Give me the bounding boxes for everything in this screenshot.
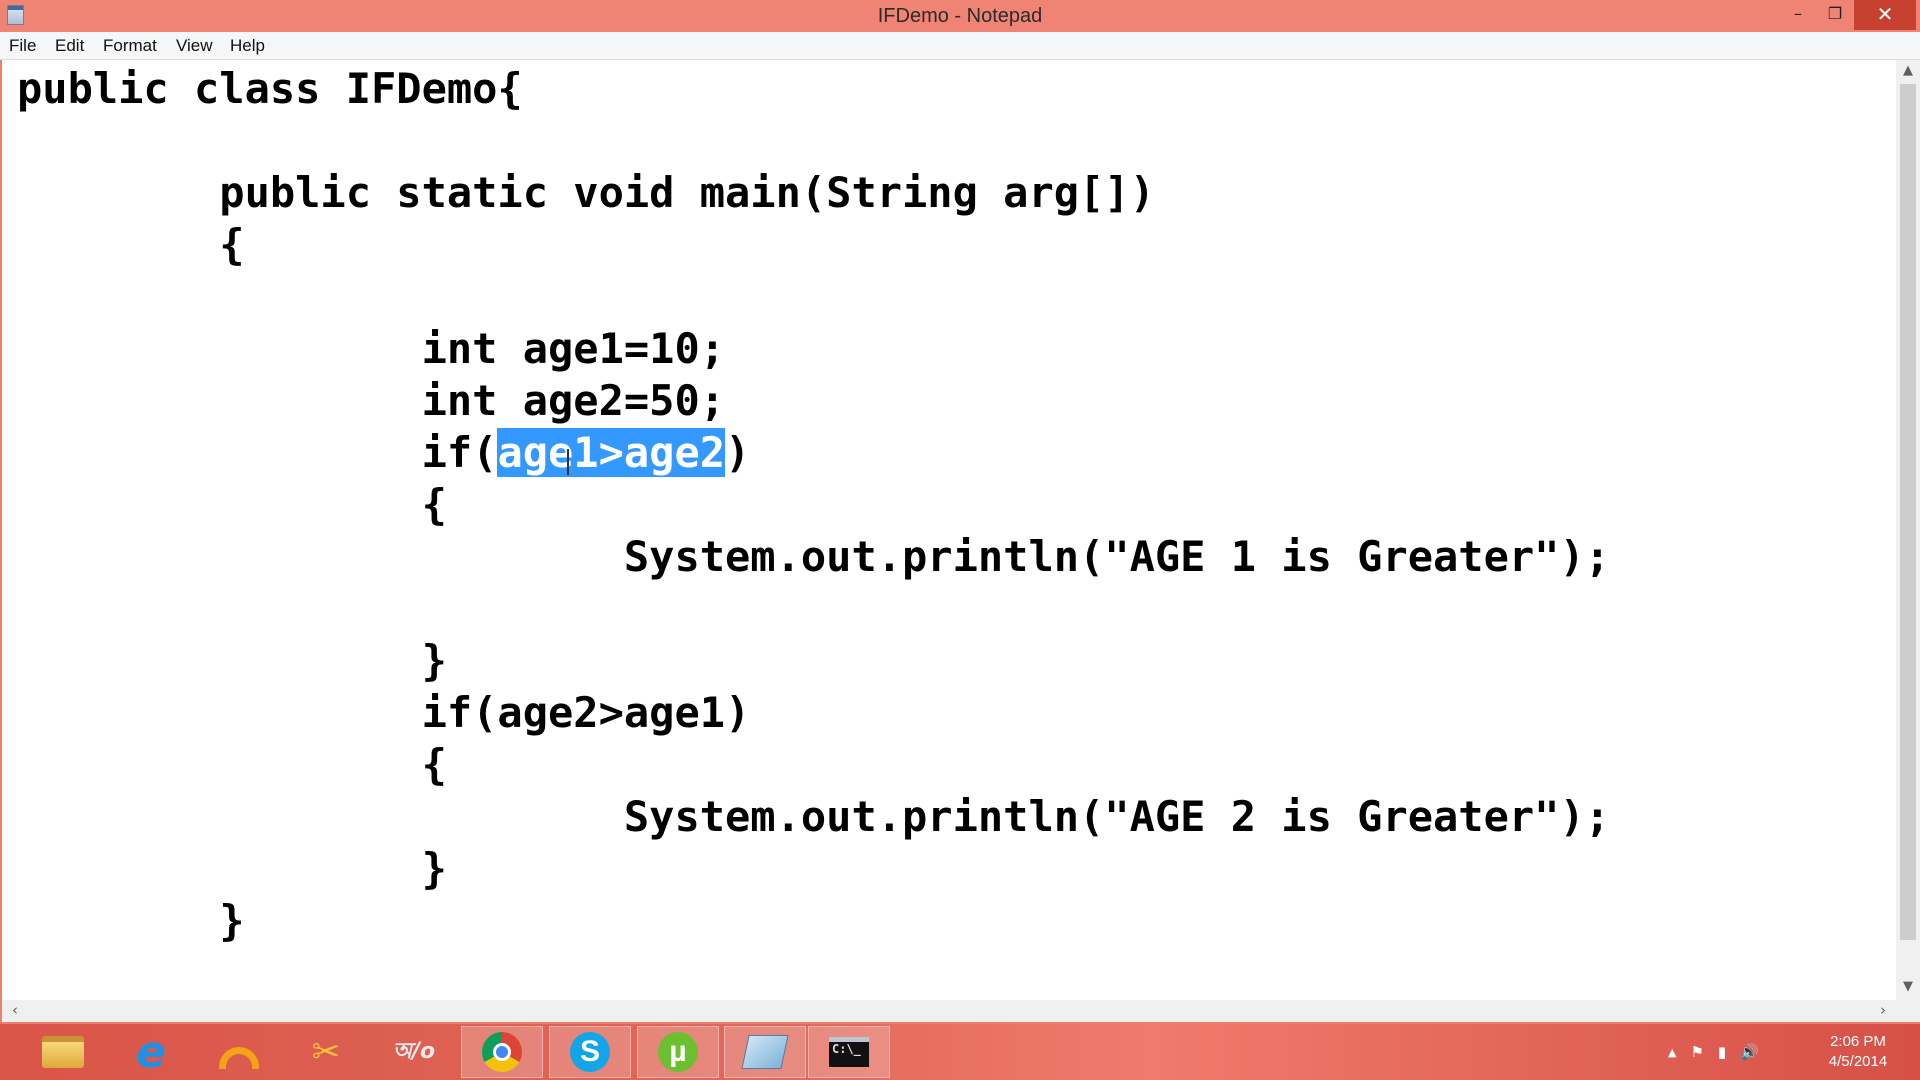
menu-view[interactable]: View (176, 36, 213, 56)
menu-help[interactable]: Help (230, 36, 265, 56)
code-text[interactable]: public class IFDemo{ public static void … (17, 63, 1610, 947)
skype-icon: S (570, 1032, 610, 1072)
code-line: int age1=10; (17, 324, 726, 373)
taskbar: e ✂ অ/o S µ C:\_ (0, 1024, 1920, 1080)
system-tray: ▲ ⚑ ▮ 🔊 (1668, 1024, 1759, 1080)
arc-app-icon (219, 1047, 259, 1069)
taskbar-skype[interactable]: S (549, 1026, 631, 1078)
menu-file[interactable]: File (9, 36, 36, 56)
vertical-scrollbar[interactable]: ▲ ▼ (1896, 60, 1920, 1000)
volume-icon[interactable]: 🔊 (1740, 1043, 1759, 1061)
taskbar-utorrent[interactable]: µ (637, 1026, 719, 1078)
taskbar-arc-app[interactable] (198, 1026, 280, 1078)
clock-date: 4/5/2014 (1828, 1053, 1888, 1070)
code-line: } (17, 636, 447, 685)
code-line: if(age2>age1) (17, 688, 751, 737)
clock-time: 2:06 PM (1830, 1033, 1886, 1050)
code-line: { (17, 740, 447, 789)
utorrent-icon: µ (658, 1032, 698, 1072)
show-hidden-icons-icon[interactable]: ▲ (1668, 1046, 1676, 1059)
ibeam-cursor (567, 449, 569, 475)
menu-edit[interactable]: Edit (55, 36, 84, 56)
window-title: IFDemo - Notepad (877, 5, 1043, 27)
chrome-icon (482, 1032, 522, 1072)
code-line: public static void main(String arg[]) (17, 168, 1155, 217)
internet-explorer-icon: e (136, 1026, 166, 1078)
network-icon[interactable]: ▮ (1718, 1043, 1726, 1061)
code-line: } (17, 896, 245, 945)
menu-bar: File Edit Format View Help (0, 32, 1920, 60)
code-line: { (17, 480, 447, 529)
menu-format[interactable]: Format (103, 36, 157, 56)
code-line: { (17, 220, 245, 269)
code-line: int age2=50; (17, 376, 726, 425)
horizontal-scrollbar[interactable]: ‹ › (2, 1000, 1896, 1022)
taskbar-tools-app[interactable]: ✂ (285, 1026, 367, 1078)
scroll-left-arrow-icon[interactable]: ‹ (4, 1000, 26, 1022)
taskbar-file-explorer[interactable] (22, 1026, 104, 1078)
command-prompt-icon: C:\_ (829, 1037, 869, 1067)
file-explorer-icon (42, 1036, 84, 1068)
taskbar-avro-keyboard[interactable]: অ/o (373, 1026, 455, 1078)
close-button[interactable]: ✕ (1854, 0, 1916, 30)
restore-button[interactable]: ❐ (1818, 0, 1852, 30)
code-fragment: ) (725, 428, 751, 477)
taskbar-clock[interactable]: 2:06 PM 4/5/2014 (1808, 1032, 1908, 1072)
title-bar[interactable]: IFDemo - Notepad – ❐ ✕ (0, 0, 1920, 32)
code-line: System.out.println("AGE 2 is Greater"); (17, 792, 1611, 841)
taskbar-notepad[interactable] (724, 1026, 806, 1078)
notepad-icon (741, 1035, 789, 1069)
notepad-window: IFDemo - Notepad – ❐ ✕ File Edit Format … (0, 0, 1920, 1024)
tools-app-icon: ✂ (311, 1032, 341, 1072)
taskbar-internet-explorer[interactable]: e (110, 1026, 192, 1078)
scroll-up-arrow-icon[interactable]: ▲ (1896, 60, 1920, 82)
scroll-right-arrow-icon[interactable]: › (1872, 1000, 1894, 1022)
size-grip[interactable] (1896, 1000, 1920, 1022)
taskbar-command-prompt[interactable]: C:\_ (808, 1026, 890, 1078)
vertical-scroll-thumb[interactable] (1900, 84, 1916, 940)
scroll-down-arrow-icon[interactable]: ▼ (1896, 976, 1920, 998)
avro-keyboard-icon: অ/o (392, 1038, 436, 1064)
code-line: public class IFDemo{ (17, 64, 523, 113)
text-editor[interactable]: public class IFDemo{ public static void … (2, 60, 1896, 1000)
code-line-with-selection: if(age1>age2) (17, 428, 750, 477)
code-line: } (17, 844, 447, 893)
code-fragment: if( (421, 428, 498, 477)
minimize-button[interactable]: – (1781, 0, 1815, 30)
action-center-icon[interactable]: ⚑ (1690, 1043, 1703, 1061)
code-line: System.out.println("AGE 1 is Greater"); (17, 532, 1611, 581)
selected-text[interactable]: age1>age2 (497, 428, 726, 477)
taskbar-chrome[interactable] (461, 1026, 543, 1078)
